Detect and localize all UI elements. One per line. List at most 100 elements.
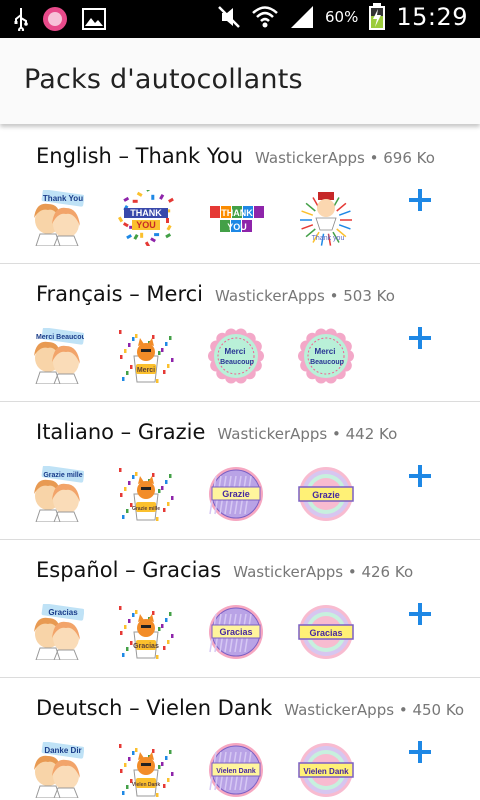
add-pack-button[interactable] <box>404 322 436 354</box>
pack-publisher: WastickerApps <box>255 149 365 167</box>
pack-sticker-previews: Thank You THANK YOU THANK YOU Thank you <box>28 190 354 246</box>
svg-text:Thank You: Thank You <box>43 194 83 203</box>
meta-separator: • <box>394 701 413 719</box>
app-notification-icon <box>43 7 67 31</box>
sticker-preview: THANK YOU <box>118 190 174 246</box>
meta-separator: • <box>343 563 362 581</box>
mute-icon <box>218 6 240 28</box>
svg-text:Grazie mille: Grazie mille <box>43 472 82 479</box>
page-title: Packs d'autocollants <box>24 64 303 95</box>
sticker-pack-row[interactable]: Italiano – Grazie WastickerApps • 442 Ko G… <box>0 402 480 540</box>
meta-separator: • <box>324 287 344 305</box>
add-pack-button[interactable] <box>404 184 436 216</box>
pack-name: Español – Gracias <box>36 558 222 582</box>
svg-text:Merci Beaucoup: Merci Beaucoup <box>36 334 84 341</box>
pack-publisher: WastickerApps <box>215 287 325 305</box>
svg-text:Grazie: Grazie <box>222 489 250 499</box>
status-bar: 60% 15:29 <box>0 0 480 38</box>
image-icon <box>82 8 106 30</box>
sticker-preview: Thank You <box>34 190 84 246</box>
svg-text:Gracias: Gracias <box>219 627 252 637</box>
sticker-preview: Thank you <box>300 192 352 246</box>
pack-meta: WastickerApps • 696 Ko <box>255 149 435 167</box>
meta-separator: • <box>364 149 384 167</box>
sticker-preview: Gracias <box>209 605 263 659</box>
sticker-preview: Merci Beaucoup <box>34 328 84 384</box>
plus-icon <box>409 741 431 763</box>
usb-icon <box>14 8 28 31</box>
pack-sticker-previews: Gracias Gracias Gracias Gracias <box>28 604 354 660</box>
svg-text:Gracias: Gracias <box>133 643 159 650</box>
sticker-preview: Gracias <box>119 606 174 659</box>
pack-size: 426 Ko <box>361 563 414 581</box>
pack-name: Italiano – Grazie <box>36 420 206 444</box>
pack-size: 442 Ko <box>345 425 398 443</box>
svg-text:Thank you: Thank you <box>312 235 345 242</box>
svg-text:Gracias: Gracias <box>309 628 342 638</box>
pack-header: English – Thank You WastickerApps • 696 K… <box>36 144 476 168</box>
svg-text:Vielen Dank: Vielen Dank <box>132 782 160 788</box>
svg-text:Merci: Merci <box>315 347 336 356</box>
sticker-preview: Danke Dir <box>34 742 84 798</box>
sticker-pack-list[interactable]: English – Thank You WastickerApps • 696 K… <box>0 126 480 800</box>
pack-name: Français – Merci <box>36 282 203 306</box>
svg-text:Beaucoup: Beaucoup <box>220 359 254 366</box>
pack-header: Français – Merci WastickerApps • 503 Ko <box>36 282 476 306</box>
pack-meta: WastickerApps • 442 Ko <box>217 425 397 443</box>
status-bar-notifications <box>14 6 106 32</box>
pack-sticker-previews: Merci BeaucoupMerciMerciBeaucoupMerciBea… <box>28 328 354 384</box>
sticker-preview: Merci Beaucoup <box>298 328 354 384</box>
pack-name: English – Thank You <box>36 144 244 168</box>
signal-icon <box>290 6 313 28</box>
pack-size: 696 Ko <box>383 149 435 167</box>
sticker-preview: Vielen Dank <box>209 743 263 797</box>
sticker-preview: Grazie <box>298 467 354 521</box>
pack-header: Deutsch – Vielen Dank WastickerApps • 450… <box>36 696 476 720</box>
add-pack-button[interactable] <box>404 598 436 630</box>
plus-icon <box>409 327 431 349</box>
svg-text:THANK: THANK <box>221 208 253 218</box>
clock: 15:29 <box>396 3 468 31</box>
svg-text:Grazie: Grazie <box>312 490 340 500</box>
pack-header: Italiano – Grazie WastickerApps • 442 Ko <box>36 420 476 444</box>
pack-publisher: WastickerApps <box>233 563 344 581</box>
sticker-preview: Merci <box>119 330 174 383</box>
wifi-icon <box>252 6 278 28</box>
add-pack-button[interactable] <box>404 460 436 492</box>
pack-size: 450 Ko <box>412 701 465 719</box>
svg-text:Danke Dir: Danke Dir <box>44 746 81 755</box>
svg-text:YOU: YOU <box>136 220 156 230</box>
sticker-preview: Gracias <box>34 604 84 660</box>
sticker-preview: THANK YOU <box>210 206 264 232</box>
plus-icon <box>409 189 431 211</box>
svg-text:Beaucoup: Beaucoup <box>310 359 344 366</box>
svg-text:Grazie mille: Grazie mille <box>132 506 160 512</box>
svg-text:Merci: Merci <box>225 347 246 356</box>
svg-text:Gracias: Gracias <box>48 608 78 617</box>
svg-text:Vielen Dank: Vielen Dank <box>303 767 349 776</box>
status-bar-system: 60% 15:29 <box>217 3 468 31</box>
pack-publisher: WastickerApps <box>284 701 395 719</box>
sticker-preview: Gracias <box>298 605 354 659</box>
sticker-preview: Grazie <box>209 467 263 521</box>
pack-header: Español – Gracias WastickerApps • 426 Ko <box>36 558 476 582</box>
sticker-preview: Vielen Dank <box>119 744 174 797</box>
sticker-pack-row[interactable]: Deutsch – Vielen Dank WastickerApps • 450… <box>0 678 480 800</box>
app-bar: Packs d'autocollants <box>0 38 480 124</box>
sticker-pack-row[interactable]: Español – Gracias WastickerApps • 426 Ko G… <box>0 540 480 678</box>
pack-sticker-previews: Grazie mille Grazie mille Grazie Grazie <box>28 466 354 522</box>
pack-meta: WastickerApps • 503 Ko <box>215 287 395 305</box>
sticker-pack-row[interactable]: English – Thank You WastickerApps • 696 K… <box>0 126 480 264</box>
svg-text:Merci: Merci <box>137 367 155 374</box>
pack-sticker-previews: Danke Dir Vielen Dank Vielen Dank Vielen Da… <box>28 742 354 798</box>
plus-icon <box>409 603 431 625</box>
svg-text:Vielen Dank: Vielen Dank <box>216 768 256 775</box>
battery-charging-icon <box>369 3 386 30</box>
battery-percent: 60% <box>324 8 359 26</box>
sticker-preview: Vielen Dank <box>298 743 354 797</box>
plus-icon <box>409 465 431 487</box>
pack-size: 503 Ko <box>343 287 395 305</box>
add-pack-button[interactable] <box>404 736 436 768</box>
sticker-pack-row[interactable]: Français – Merci WastickerApps • 503 Ko Me… <box>0 264 480 402</box>
svg-text:THANK: THANK <box>130 208 162 218</box>
